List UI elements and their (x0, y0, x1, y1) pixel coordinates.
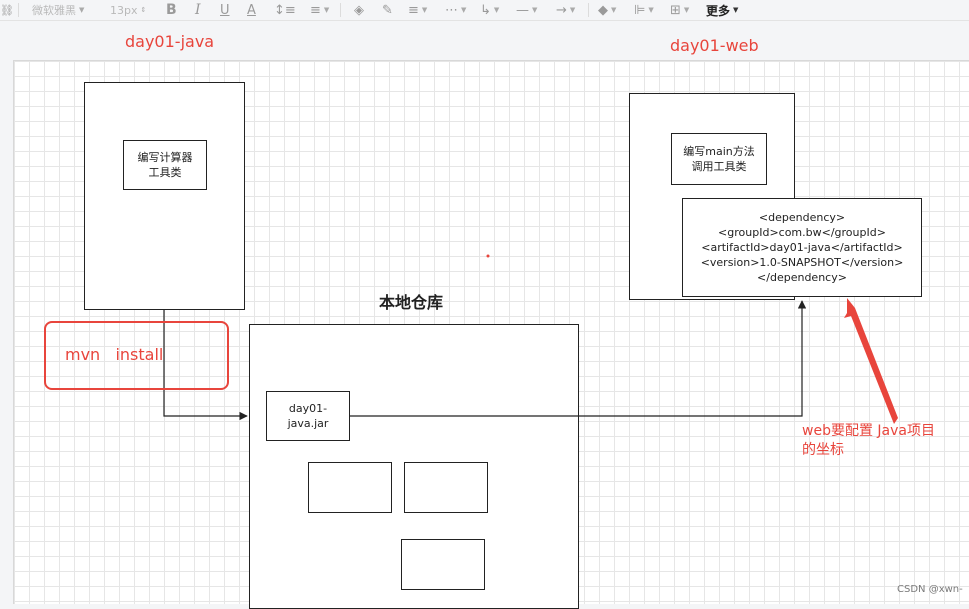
connector-layer (44, 254, 898, 424)
red-pointer-arrow (844, 298, 898, 424)
note-line-2: 的坐标 (802, 442, 844, 458)
red-dot (486, 254, 490, 258)
watermark: CSDN @xwn- (897, 584, 963, 595)
install-connector[interactable] (163, 310, 248, 421)
mvn-install-label: mvn install (65, 345, 164, 364)
note-text: web要配置 Java项目 的坐标 (802, 422, 935, 460)
dependency-connector[interactable] (350, 300, 807, 417)
note-line-1: web要配置 Java项目 (802, 423, 935, 439)
